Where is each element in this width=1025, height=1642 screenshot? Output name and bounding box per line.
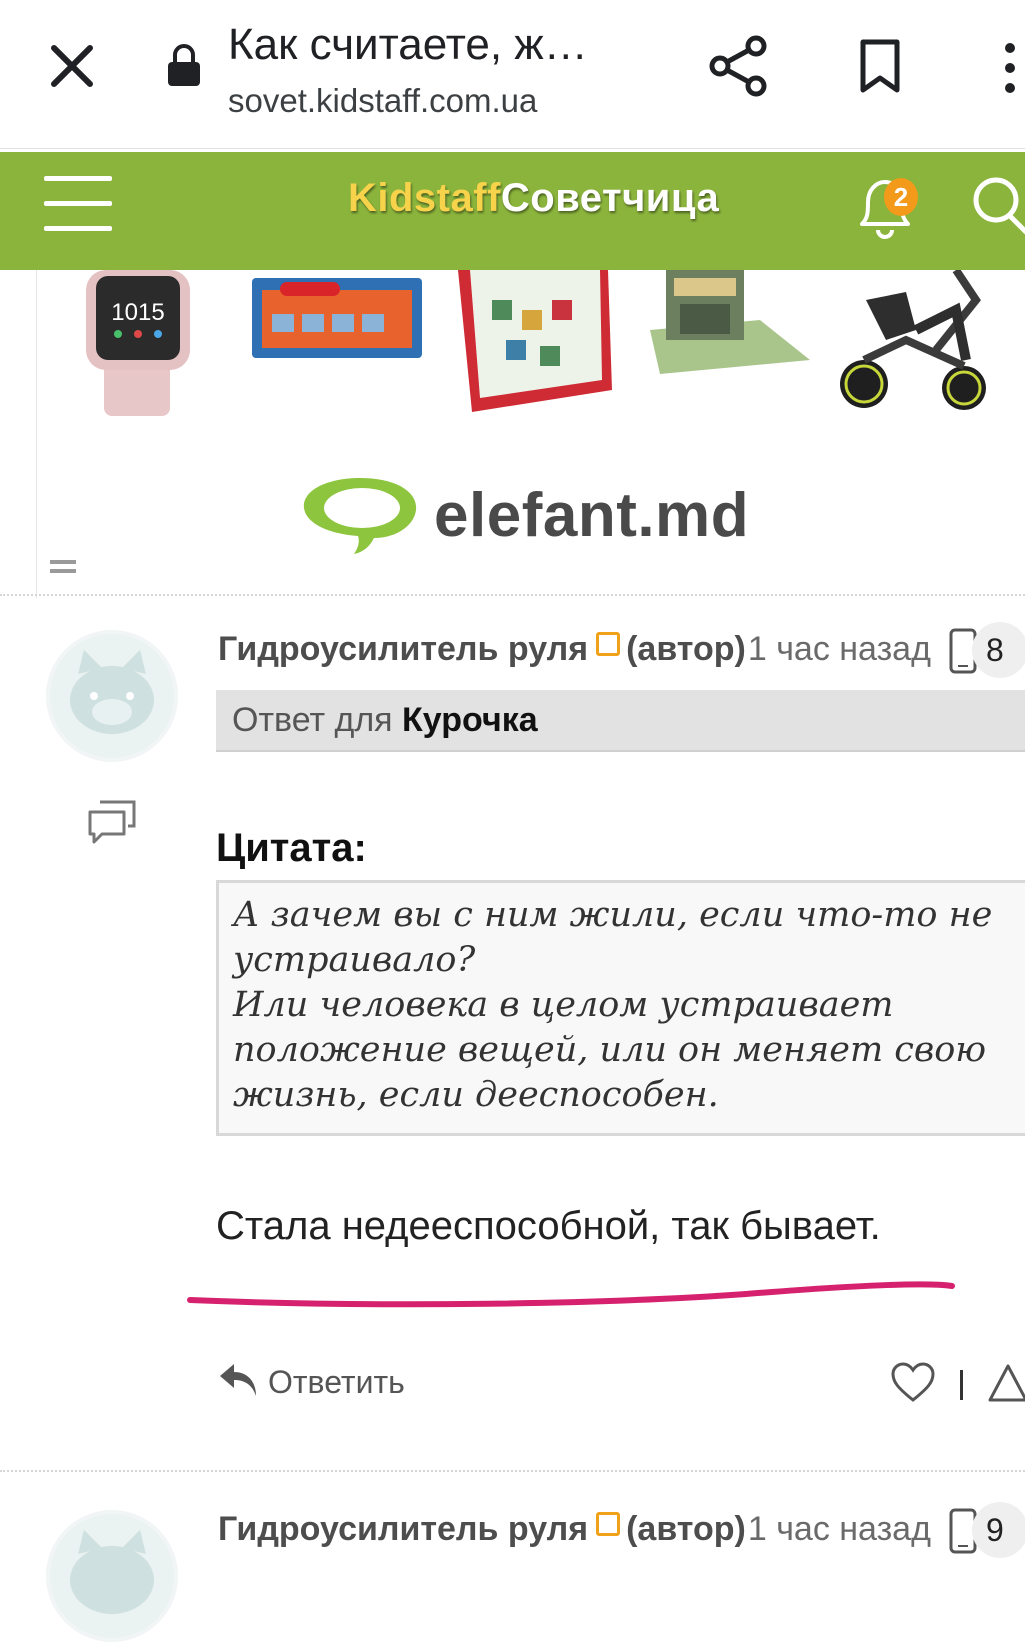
elefant-logo-mark bbox=[303, 478, 417, 554]
logo-sovetchica: Советчица bbox=[500, 176, 720, 220]
ad-product-watch: 1015 bbox=[86, 270, 190, 416]
quote-line: устраивало? bbox=[233, 940, 476, 980]
comment-body: Стала недееспособной, так бывает. bbox=[216, 1204, 881, 1248]
author-role: (автор) bbox=[626, 1510, 746, 1548]
reply-to-bar: Ответ для Курочка bbox=[216, 690, 1025, 752]
quote-line: А зачем вы с ним жили, если что-то не bbox=[233, 895, 993, 935]
quote-block: А зачем вы с ним жили, если что-то не ус… bbox=[216, 880, 1025, 1136]
comment-number: 8 bbox=[972, 622, 1025, 678]
comment-number: 9 bbox=[972, 1502, 1025, 1558]
quote-label: Цитата: bbox=[216, 826, 367, 870]
thread-icon[interactable] bbox=[88, 800, 136, 844]
author-status-badge bbox=[596, 1512, 621, 1536]
quote-line: жизнь, если дееспособен. bbox=[233, 1075, 719, 1115]
ad-options-icon[interactable] bbox=[50, 560, 76, 578]
page-title[interactable]: Как считаете, ж… bbox=[228, 20, 588, 70]
avatar[interactable] bbox=[46, 1510, 178, 1642]
logo-kidstaff: Kidstaff bbox=[348, 176, 501, 220]
site-header: KidstaffСоветчица 2 bbox=[0, 152, 1025, 270]
avatar-cat-icon bbox=[70, 1530, 154, 1614]
heart-icon[interactable] bbox=[890, 1362, 936, 1404]
elefant-logo[interactable]: elefant.md bbox=[300, 476, 800, 566]
menu-icon[interactable] bbox=[44, 176, 112, 232]
elefant-brand: elefant.md bbox=[434, 481, 750, 550]
avatar-cat-icon bbox=[70, 650, 154, 734]
comment-time: 1 час назад bbox=[747, 1510, 931, 1548]
avatar[interactable] bbox=[46, 630, 178, 762]
warning-icon[interactable] bbox=[988, 1362, 1025, 1404]
close-icon[interactable] bbox=[44, 38, 100, 94]
ad-product-advent-calendar bbox=[458, 270, 612, 412]
author-name[interactable]: Гидроусилитель руля bbox=[218, 630, 588, 668]
divider bbox=[0, 1470, 1025, 1472]
comment-time: 1 час назад bbox=[747, 630, 931, 668]
reply-arrow-icon bbox=[220, 1364, 256, 1396]
comment-header: Гидроусилитель руля (автор)1 час назад bbox=[218, 630, 931, 669]
reply-to-user[interactable]: Курочка bbox=[402, 701, 538, 739]
ad-product-tricycle bbox=[840, 270, 986, 410]
pink-underline-annotation bbox=[187, 1281, 955, 1308]
author-status-badge bbox=[596, 632, 621, 656]
ad-banner[interactable]: 1015 elefant.md bbox=[0, 270, 1025, 598]
lock-icon bbox=[168, 44, 200, 86]
page-url[interactable]: sovet.kidstaff.com.ua bbox=[228, 82, 537, 120]
ad-product-board-game bbox=[650, 270, 810, 374]
browser-toolbar: Как считаете, ж… sovet.kidstaff.com.ua bbox=[0, 0, 1025, 149]
search-icon[interactable] bbox=[970, 174, 1025, 238]
reply-to-prefix: Ответ для bbox=[232, 701, 393, 739]
more-options-icon[interactable] bbox=[1000, 40, 1020, 96]
author-role: (автор) bbox=[626, 630, 746, 668]
notification-badge: 2 bbox=[884, 178, 918, 216]
ad-border bbox=[36, 270, 37, 598]
author-name[interactable]: Гидроусилитель руля bbox=[218, 1510, 588, 1548]
ad-product-toy-cars bbox=[252, 278, 422, 358]
divider bbox=[0, 594, 1025, 596]
quote-text: А зачем вы с ним жили, если что-то не ус… bbox=[233, 893, 1023, 1118]
share-icon[interactable] bbox=[708, 34, 770, 98]
bookmark-icon[interactable] bbox=[858, 38, 902, 94]
watch-time: 1015 bbox=[111, 299, 164, 326]
quote-line: Или человека в целом устраивает bbox=[233, 985, 894, 1025]
separator bbox=[960, 1370, 963, 1400]
site-logo[interactable]: KidstaffСоветчица bbox=[348, 176, 719, 221]
quote-line: положение вещей, или он меняет свою bbox=[233, 1030, 987, 1070]
reply-label: Ответить bbox=[268, 1364, 405, 1400]
comment-header: Гидроусилитель руля (автор)1 час назад bbox=[218, 1510, 931, 1549]
